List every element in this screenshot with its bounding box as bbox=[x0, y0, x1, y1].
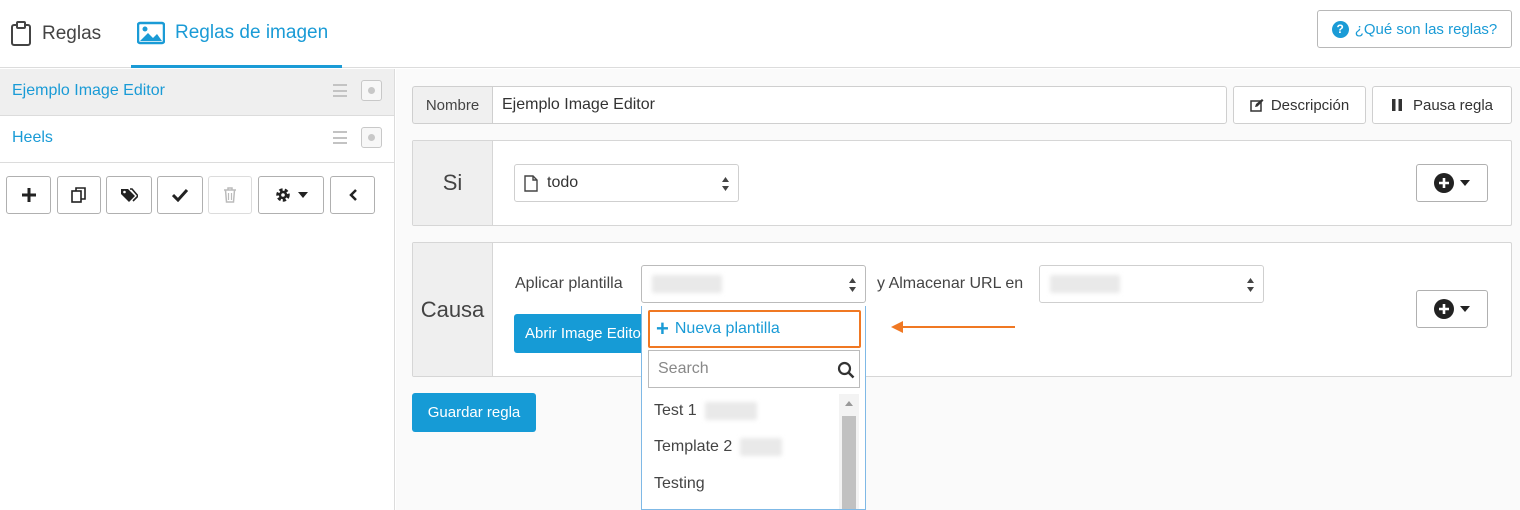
new-template-label: Nueva plantilla bbox=[674, 320, 780, 337]
clipboard-icon bbox=[11, 21, 31, 46]
add-condition-button[interactable] bbox=[1416, 164, 1488, 202]
rule-name-input[interactable]: Ejemplo Image Editor bbox=[492, 86, 1227, 124]
delete-button[interactable] bbox=[208, 176, 252, 214]
template-dropdown: + Nueva plantilla Search Test 1 Template… bbox=[641, 306, 866, 510]
apply-template-label: Aplicar plantilla bbox=[515, 275, 623, 292]
rule-item[interactable]: Heels bbox=[0, 116, 394, 163]
pause-icon bbox=[1391, 99, 1402, 111]
plus-circle-icon bbox=[1434, 299, 1454, 319]
edit-icon bbox=[1250, 99, 1264, 112]
annotation-arrow bbox=[900, 326, 1015, 328]
caret-down-icon bbox=[1460, 180, 1470, 186]
tab-label: Reglas de imagen bbox=[175, 21, 329, 43]
question-icon: ? bbox=[1331, 20, 1349, 38]
rule-label: Ejemplo Image Editor bbox=[12, 82, 165, 99]
tab-reglas-de-imagen[interactable]: Reglas de imagen bbox=[131, 0, 342, 68]
store-url-select[interactable] bbox=[1039, 265, 1264, 303]
plus-circle-icon bbox=[1434, 173, 1454, 193]
template-search-input[interactable]: Search bbox=[648, 350, 860, 388]
select-arrows-icon bbox=[722, 177, 729, 191]
template-select-value bbox=[652, 275, 722, 293]
collapse-sidebar-button[interactable] bbox=[330, 176, 375, 214]
description-button-label: Descripción bbox=[1270, 96, 1350, 114]
drag-handle-icon[interactable] bbox=[333, 131, 347, 144]
tags-button[interactable] bbox=[106, 176, 152, 214]
rule-toggle[interactable] bbox=[361, 80, 382, 101]
rules-sidebar: Ejemplo Image Editor Heels bbox=[0, 69, 395, 510]
template-option-label: Test 1 bbox=[654, 402, 697, 419]
description-button[interactable]: Descripción bbox=[1233, 86, 1366, 124]
new-template-option[interactable]: + Nueva plantilla bbox=[648, 310, 861, 348]
caret-down-icon bbox=[298, 192, 308, 198]
tags-icon bbox=[121, 188, 138, 202]
store-url-label: y Almacenar URL en bbox=[877, 275, 1024, 292]
scroll-up-icon bbox=[845, 401, 853, 406]
chevron-left-icon bbox=[348, 189, 357, 201]
template-option[interactable]: Test 1 bbox=[654, 402, 757, 420]
annotation-arrowhead bbox=[891, 321, 903, 333]
rule-item[interactable]: Ejemplo Image Editor bbox=[0, 69, 394, 116]
top-tab-bar: Reglas Reglas de imagen ? ¿Qué son las r… bbox=[0, 0, 1520, 68]
plus-icon: + bbox=[656, 316, 669, 341]
template-option[interactable]: Template 2 bbox=[654, 438, 783, 456]
condition-select-value: todo bbox=[547, 174, 579, 191]
copy-rule-button[interactable] bbox=[57, 176, 101, 214]
open-editor-label: Abrir Image Editor bbox=[525, 325, 646, 342]
open-image-editor-button[interactable]: Abrir Image Editor bbox=[514, 314, 649, 353]
save-rule-button[interactable]: Guardar regla bbox=[412, 393, 536, 432]
plus-icon bbox=[21, 188, 36, 202]
rule-toggle[interactable] bbox=[361, 127, 382, 148]
image-icon bbox=[137, 21, 165, 44]
help-button[interactable]: ? ¿Qué son las reglas? bbox=[1317, 10, 1512, 48]
select-arrows-icon bbox=[849, 278, 856, 292]
activate-button[interactable] bbox=[157, 176, 203, 214]
blurred-text bbox=[740, 438, 783, 456]
blurred-text bbox=[704, 402, 757, 420]
file-icon bbox=[524, 174, 538, 192]
drag-handle-icon[interactable] bbox=[333, 84, 347, 97]
template-option-label: Testing bbox=[654, 475, 705, 492]
name-label: Nombre bbox=[412, 86, 492, 124]
dropdown-scrollbar[interactable] bbox=[839, 394, 859, 509]
save-rule-label: Guardar regla bbox=[427, 404, 521, 421]
rule-name-row: Nombre Ejemplo Image Editor bbox=[412, 86, 1227, 124]
store-url-select-value bbox=[1050, 275, 1120, 293]
copy-icon bbox=[71, 187, 86, 203]
gear-icon bbox=[276, 188, 290, 202]
condition-label: Si bbox=[413, 141, 493, 225]
template-option-label: Template 2 bbox=[654, 438, 733, 455]
template-option[interactable]: Testing bbox=[654, 475, 705, 493]
check-icon bbox=[172, 188, 188, 202]
pause-button-label: Pausa regla bbox=[1412, 96, 1494, 114]
tab-label: Reglas bbox=[42, 23, 102, 44]
help-button-label: ¿Qué son las reglas? bbox=[1354, 20, 1498, 38]
action-panel: Causa bbox=[412, 242, 1512, 377]
add-action-button[interactable] bbox=[1416, 290, 1488, 328]
caret-down-icon bbox=[1460, 306, 1470, 312]
search-placeholder: Search bbox=[658, 360, 709, 377]
settings-dropdown-button[interactable] bbox=[258, 176, 324, 214]
template-select[interactable] bbox=[641, 265, 866, 303]
condition-select[interactable]: todo bbox=[514, 164, 739, 202]
tab-reglas[interactable]: Reglas bbox=[10, 0, 101, 68]
rule-label: Heels bbox=[12, 129, 53, 146]
search-icon bbox=[837, 361, 855, 379]
pause-rule-button[interactable]: Pausa regla bbox=[1372, 86, 1512, 124]
action-label: Causa bbox=[413, 243, 493, 376]
trash-icon bbox=[224, 187, 236, 203]
add-rule-button[interactable] bbox=[6, 176, 51, 214]
select-arrows-icon bbox=[1247, 278, 1254, 292]
scrollbar-thumb[interactable] bbox=[842, 416, 856, 509]
